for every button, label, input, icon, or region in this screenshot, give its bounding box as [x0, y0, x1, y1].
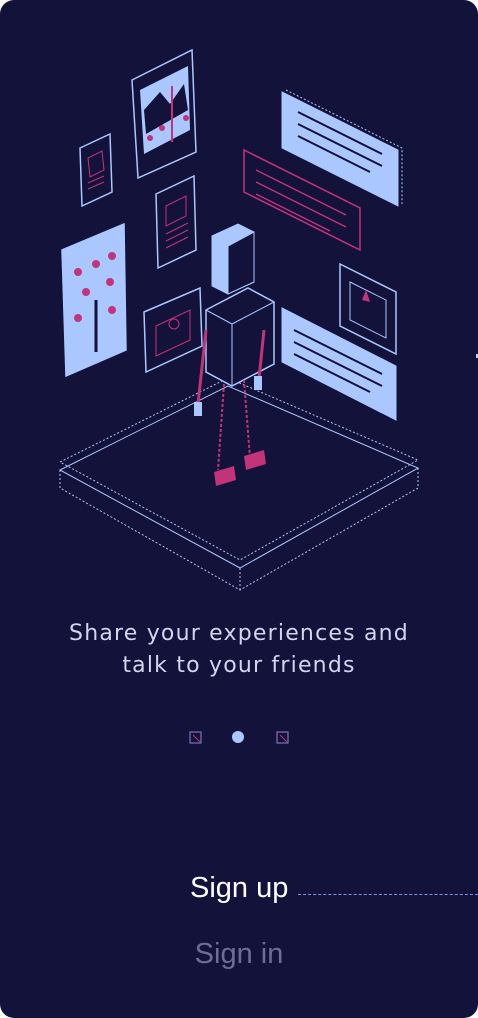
mountain-picture-frame [131, 48, 197, 180]
profile-frame-right [339, 262, 397, 356]
tagline-line-2: talk to your friends [122, 653, 356, 678]
small-card-frame [79, 132, 113, 208]
profile-frame-left [143, 286, 203, 374]
isometric-illustration [58, 48, 420, 591]
onboarding-screen: Share your experiences and talk to your … [0, 0, 478, 1018]
dotted-picture-frame [61, 222, 127, 378]
signup-button[interactable]: Sign up [190, 872, 288, 905]
page-dot-1[interactable] [189, 731, 202, 744]
page-dot-2-active[interactable] [232, 731, 244, 743]
tagline-line-1: Share your experiences and [69, 621, 409, 646]
standing-figure [194, 223, 275, 486]
signin-button[interactable]: Sign in [0, 938, 478, 971]
isometric-platform [58, 377, 420, 591]
page-dot-3[interactable] [276, 731, 289, 744]
onboarding-tagline: Share your experiences and talk to your … [0, 618, 478, 682]
pagination-dots [189, 731, 289, 744]
signup-dashed-line [298, 894, 478, 895]
document-card-frame [155, 174, 197, 270]
